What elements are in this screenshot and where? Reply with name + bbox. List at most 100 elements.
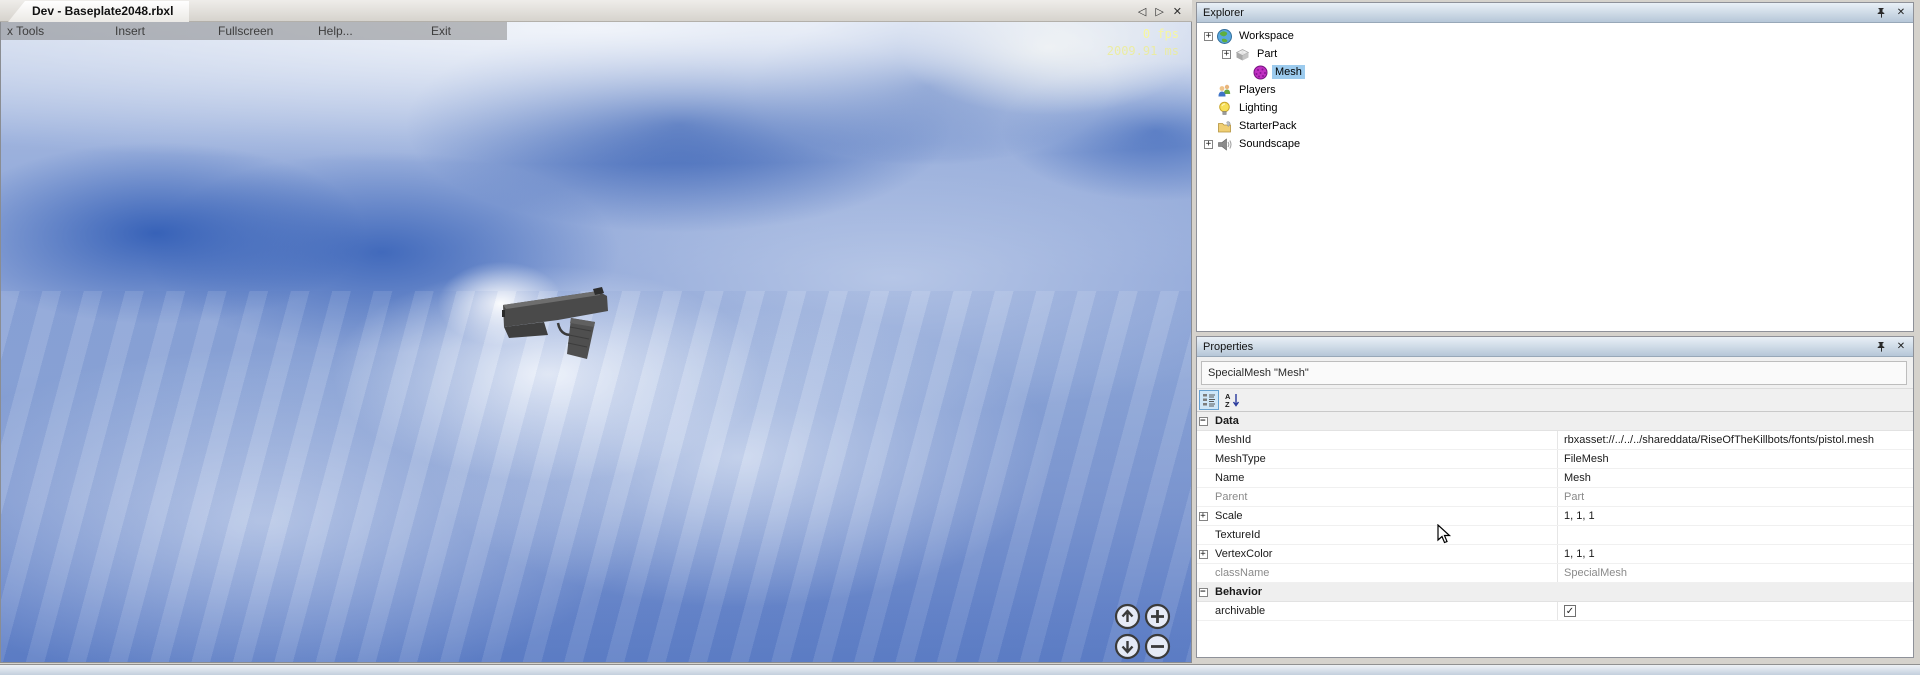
property-name: MeshType — [1213, 453, 1557, 465]
expand-icon[interactable]: + — [1204, 32, 1213, 41]
property-row-scale: + Scale1, 1, 1 — [1197, 507, 1913, 526]
property-name: archivable — [1213, 605, 1557, 617]
property-value[interactable]: 1, 1, 1 — [1557, 545, 1913, 563]
zoom-in-icon[interactable] — [1144, 603, 1171, 630]
collapse-icon[interactable]: − — [1199, 417, 1208, 426]
pistol-mesh[interactable] — [498, 282, 618, 367]
property-value[interactable]: Mesh — [1557, 469, 1913, 487]
fps-counter: 0 fps — [1107, 27, 1179, 41]
explorer-panel: Explorer ✕ + Workspace + Part Mesh Players Lig… — [1196, 2, 1914, 332]
explorer-tree: + Workspace + Part Mesh Players Lighting Starte… — [1197, 23, 1913, 331]
tree-item-label: Players — [1236, 83, 1279, 97]
dock-column: Explorer ✕ +Workspace+PartMeshPlayersLig… — [1196, 0, 1920, 664]
menu-item-fullscreen[interactable]: Fullscreen — [218, 22, 273, 40]
workspace-globe-icon — [1217, 29, 1232, 44]
pin-icon[interactable] — [1873, 5, 1889, 21]
starterpack-icon — [1217, 119, 1232, 134]
menu-item-help[interactable]: Help... — [318, 22, 353, 40]
row-gutter: − — [1197, 588, 1213, 597]
tree-item-label: Mesh — [1272, 65, 1305, 79]
categorized-view-icon[interactable] — [1199, 390, 1219, 410]
tree-item-starterpack[interactable]: StarterPack — [1197, 117, 1913, 135]
tab-scroll-left-icon[interactable]: ◁ — [1138, 5, 1146, 18]
property-name: TextureId — [1213, 529, 1557, 541]
category-row-data[interactable]: −Data — [1197, 412, 1913, 431]
property-name: Scale — [1213, 510, 1557, 522]
property-value: SpecialMesh — [1557, 564, 1913, 582]
tree-item-label: Workspace — [1236, 29, 1297, 43]
tree-item-label: Part — [1254, 47, 1280, 61]
camera-controls — [1114, 603, 1171, 660]
roblox-studio-window: Dev - Baseplate2048.rbxl ◁ ▷ ✕ x Tools In… — [0, 0, 1920, 675]
tree-item-label: Soundscape — [1236, 137, 1303, 151]
object-selector[interactable]: SpecialMesh "Mesh" — [1201, 361, 1907, 385]
property-name: Parent — [1213, 491, 1557, 503]
menu-item-xtools[interactable]: x Tools — [7, 22, 44, 40]
lighting-bulb-icon — [1217, 101, 1232, 116]
properties-title: Properties — [1203, 341, 1253, 353]
game-menu-bar: x Tools Insert Fullscreen Help... Exit — [1, 22, 507, 40]
alphabetical-sort-icon[interactable]: AZ — [1222, 390, 1242, 410]
3d-viewport[interactable]: x Tools Insert Fullscreen Help... Exit 0 fps… — [0, 22, 1192, 663]
performance-stats: 0 fps 2009.91 ms — [1107, 27, 1179, 58]
tree-item-label: StarterPack — [1236, 119, 1299, 133]
document-tab-strip: Dev - Baseplate2048.rbxl ◁ ▷ ✕ — [0, 0, 1192, 22]
property-value: Part — [1557, 488, 1913, 506]
close-icon[interactable]: ✕ — [1893, 5, 1909, 21]
soundscape-speaker-icon — [1217, 137, 1232, 152]
collapse-icon[interactable]: − — [1199, 588, 1208, 597]
property-row-name: NameMesh — [1197, 469, 1913, 488]
property-row-classname: classNameSpecialMesh — [1197, 564, 1913, 583]
category-label: Data — [1213, 415, 1557, 427]
expand-icon[interactable]: + — [1204, 140, 1213, 149]
property-row-archivable: archivable ✓ — [1197, 602, 1913, 621]
frame-time: 2009.91 ms — [1107, 44, 1179, 58]
camera-down-icon[interactable] — [1114, 633, 1141, 660]
properties-panel: Properties ✕ SpecialMesh "Mesh" AZ −Data… — [1196, 336, 1914, 658]
properties-toolbar: AZ — [1197, 389, 1913, 412]
property-value: ✓ — [1557, 602, 1913, 620]
property-grid: −DataMeshIdrbxasset://../../../shareddat… — [1197, 412, 1913, 656]
property-value[interactable]: rbxasset://../../../shareddata/RiseOfThe… — [1557, 431, 1913, 449]
expand-icon[interactable]: + — [1222, 50, 1231, 59]
tree-item-players[interactable]: Players — [1197, 81, 1913, 99]
property-value[interactable]: 1, 1, 1 — [1557, 507, 1913, 525]
menu-item-insert[interactable]: Insert — [115, 22, 145, 40]
zoom-out-icon[interactable] — [1144, 633, 1171, 660]
part-brick-icon — [1235, 47, 1250, 62]
expand-icon[interactable]: + — [1199, 512, 1208, 521]
tree-item-mesh[interactable]: Mesh — [1197, 63, 1913, 81]
players-icon — [1217, 83, 1232, 98]
category-value-filler — [1557, 412, 1913, 430]
row-gutter: + — [1197, 512, 1213, 521]
property-name: className — [1213, 567, 1557, 579]
tree-item-soundscape[interactable]: + Soundscape — [1197, 135, 1913, 153]
expand-icon[interactable]: + — [1199, 550, 1208, 559]
property-row-meshid: MeshIdrbxasset://../../../shareddata/Ris… — [1197, 431, 1913, 450]
property-name: MeshId — [1213, 434, 1557, 446]
category-label: Behavior — [1213, 586, 1557, 598]
close-icon[interactable]: ✕ — [1893, 339, 1909, 355]
document-tab[interactable]: Dev - Baseplate2048.rbxl — [8, 1, 189, 22]
property-row-vertexcolor: + VertexColor1, 1, 1 — [1197, 545, 1913, 564]
explorer-header: Explorer ✕ — [1197, 3, 1913, 23]
tab-close-icon[interactable]: ✕ — [1173, 5, 1182, 18]
tree-item-workspace[interactable]: + Workspace — [1197, 27, 1913, 45]
bottom-dock-strip — [0, 664, 1920, 675]
properties-header: Properties ✕ — [1197, 337, 1913, 357]
object-selector-area: SpecialMesh "Mesh" — [1197, 357, 1913, 389]
property-value[interactable]: FileMesh — [1557, 450, 1913, 468]
archivable-checkbox[interactable]: ✓ — [1564, 605, 1576, 617]
property-name: VertexColor — [1213, 548, 1557, 560]
tree-item-lighting[interactable]: Lighting — [1197, 99, 1913, 117]
pin-icon[interactable] — [1873, 339, 1889, 355]
tab-scroll-right-icon[interactable]: ▷ — [1155, 5, 1163, 18]
menu-item-exit[interactable]: Exit — [431, 22, 451, 40]
explorer-title: Explorer — [1203, 7, 1244, 19]
category-row-behavior[interactable]: −Behavior — [1197, 583, 1913, 602]
property-row-parent: ParentPart — [1197, 488, 1913, 507]
property-value[interactable] — [1557, 526, 1913, 544]
camera-up-icon[interactable] — [1114, 603, 1141, 630]
tree-item-part[interactable]: + Part — [1197, 45, 1913, 63]
svg-text:Z: Z — [1225, 400, 1230, 408]
